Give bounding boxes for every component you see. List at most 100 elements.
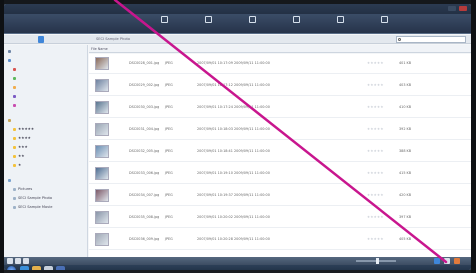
sidebar-item-icon: [13, 163, 16, 167]
thumbnail-image[interactable]: [95, 233, 109, 246]
toolbar-button[interactable]: [144, 15, 184, 33]
thumbnail-image[interactable]: [95, 123, 109, 136]
search-input[interactable]: [396, 36, 466, 43]
view-list-button[interactable]: [7, 258, 13, 264]
sidebar-item[interactable]: [8, 178, 13, 183]
rating-stars[interactable]: ★★★★★: [367, 127, 384, 131]
toolbar-button[interactable]: [364, 15, 404, 33]
toolbar-button[interactable]: [320, 15, 360, 33]
row-date2: 2009/09/11 11:00:00: [234, 61, 270, 65]
column-header-cell[interactable]: File Name: [91, 46, 108, 52]
row-type: JPEG: [165, 171, 173, 175]
row-date1: 2007/09/01 10:18:41: [197, 149, 233, 153]
table-row[interactable]: DSC0032_005.jpg JPEG 2007/09/01 10:18:41 20…: [89, 142, 471, 162]
rating-stars[interactable]: ★★★★★: [367, 215, 384, 219]
table-row[interactable]: DSC0029_002.jpg JPEG 2007/09/01 10:17:12 20…: [89, 76, 471, 96]
sidebar-item[interactable]: [13, 103, 18, 108]
view-detail-button[interactable]: [23, 258, 29, 264]
table-row[interactable]: DSC0030_003.jpg JPEG 2007/09/01 10:17:24 20…: [89, 98, 471, 118]
thumbnail-image[interactable]: [95, 79, 109, 92]
row-date2: 2009/09/11 11:00:00: [234, 237, 270, 241]
media-taskbar-icon[interactable]: [44, 266, 53, 270]
status-bar: [4, 257, 471, 265]
sidebar-item-label: SECI Sample Photo: [18, 196, 53, 200]
toolbar-button[interactable]: [188, 15, 228, 33]
row-type: JPEG: [165, 215, 173, 219]
slideshow-icon: [204, 16, 212, 23]
sidebar-item[interactable]: ★★★★★: [13, 127, 34, 132]
view-thumb-button[interactable]: [15, 258, 21, 264]
sidebar-item[interactable]: SECI Sample Movie: [13, 205, 53, 210]
sidebar-item[interactable]: SECI Sample Photo: [13, 196, 52, 201]
sidebar-item[interactable]: ★: [13, 163, 21, 168]
sidebar-item[interactable]: [8, 118, 13, 123]
row-type: JPEG: [165, 83, 173, 87]
table-row[interactable]: DSC0035_008.jpg JPEG 2007/09/01 10:20:02 20…: [89, 208, 471, 228]
tab-strip: SECI Sample Photo: [4, 35, 471, 44]
rating-stars[interactable]: ★★★★★: [367, 61, 384, 65]
sidebar-item[interactable]: [13, 85, 18, 90]
toolbar: [4, 14, 471, 34]
row-size: 401 KB: [399, 61, 412, 65]
rating-stars[interactable]: ★★★★★: [367, 237, 384, 241]
rating-stars[interactable]: ★★★★★: [367, 149, 384, 153]
sidebar-item[interactable]: [13, 76, 18, 81]
screen: SECI Sample Photo ★★★★★ ★★★★ ★★★ ★★ ★ Picture…: [4, 4, 471, 270]
tab-active[interactable]: [38, 36, 44, 43]
thumbnail-image[interactable]: [95, 167, 109, 180]
breadcrumb[interactable]: SECI Sample Photo: [96, 36, 130, 43]
sidebar-item[interactable]: Pictures: [13, 187, 32, 192]
thumbnail-image[interactable]: [95, 57, 109, 70]
minimize-button[interactable]: [448, 6, 456, 11]
tab-library[interactable]: [6, 36, 12, 43]
sidebar-item-label: ★★★★: [18, 136, 31, 140]
toolbar-button[interactable]: [232, 15, 272, 33]
sidebar-item[interactable]: ★★: [13, 154, 24, 159]
row-name: DSC0035_008.jpg: [129, 215, 160, 219]
sidebar-item[interactable]: [13, 94, 18, 99]
row-date1: 2007/09/01 10:17:12: [197, 83, 233, 87]
sidebar-item[interactable]: [8, 49, 13, 54]
table-row[interactable]: DSC0034_007.jpg JPEG 2007/09/01 10:19:37 20…: [89, 186, 471, 206]
table-row[interactable]: DSC0033_006.jpg JPEG 2007/09/01 10:19:10 20…: [89, 164, 471, 184]
thumbnail-image[interactable]: [95, 189, 109, 202]
rating-stars[interactable]: ★★★★★: [367, 171, 384, 175]
ie-taskbar-icon[interactable]: [20, 266, 29, 270]
sidebar-item[interactable]: [13, 67, 18, 72]
thumbnail-image[interactable]: [95, 211, 109, 224]
sidebar-item-icon: [13, 103, 16, 107]
sidebar-item-label: ★★: [18, 154, 25, 158]
exit-button[interactable]: [454, 258, 460, 264]
start-button[interactable]: [7, 266, 16, 270]
sidebar-item[interactable]: ★★★★: [13, 136, 31, 141]
close-button[interactable]: [459, 6, 467, 11]
app-taskbar-icon[interactable]: [56, 266, 65, 270]
toolbar-button[interactable]: [276, 15, 316, 33]
settings-button[interactable]: [444, 258, 450, 264]
share-icon: [336, 16, 344, 23]
sidebar-item[interactable]: [8, 58, 13, 63]
rating-stars[interactable]: ★★★★★: [367, 105, 384, 109]
table-row[interactable]: DSC0036_009.jpg JPEG 2007/09/01 10:20:28 20…: [89, 230, 471, 250]
thumbnail-image[interactable]: [95, 101, 109, 114]
rating-stars[interactable]: ★★★★★: [367, 83, 384, 87]
row-date2: 2009/09/11 11:00:00: [234, 83, 270, 87]
table-row[interactable]: DSC0031_004.jpg JPEG 2007/09/01 10:18:03 20…: [89, 120, 471, 140]
import-icon: [160, 16, 168, 23]
sidebar-item[interactable]: ★★★: [13, 145, 28, 150]
table-row[interactable]: DSC0028_001.jpg JPEG 2007/09/01 10:17:09 20…: [89, 54, 471, 74]
row-name: DSC0030_003.jpg: [129, 105, 160, 109]
sidebar-item-icon: [13, 76, 16, 80]
sidebar-item-label: ★: [18, 163, 22, 167]
thumbnail-image[interactable]: [95, 145, 109, 158]
fullscreen-button[interactable]: [434, 258, 440, 264]
bezel-right: [471, 0, 476, 273]
sidebar-item-label: ★★★: [18, 145, 28, 149]
rating-stars[interactable]: ★★★★★: [367, 193, 384, 197]
explorer-taskbar-icon[interactable]: [32, 266, 41, 270]
row-name: DSC0032_005.jpg: [129, 149, 160, 153]
row-date2: 2009/09/11 11:00:00: [234, 193, 270, 197]
row-size: 420 KB: [399, 193, 412, 197]
edit-icon: [292, 16, 300, 23]
zoom-slider-handle[interactable]: [376, 258, 379, 264]
